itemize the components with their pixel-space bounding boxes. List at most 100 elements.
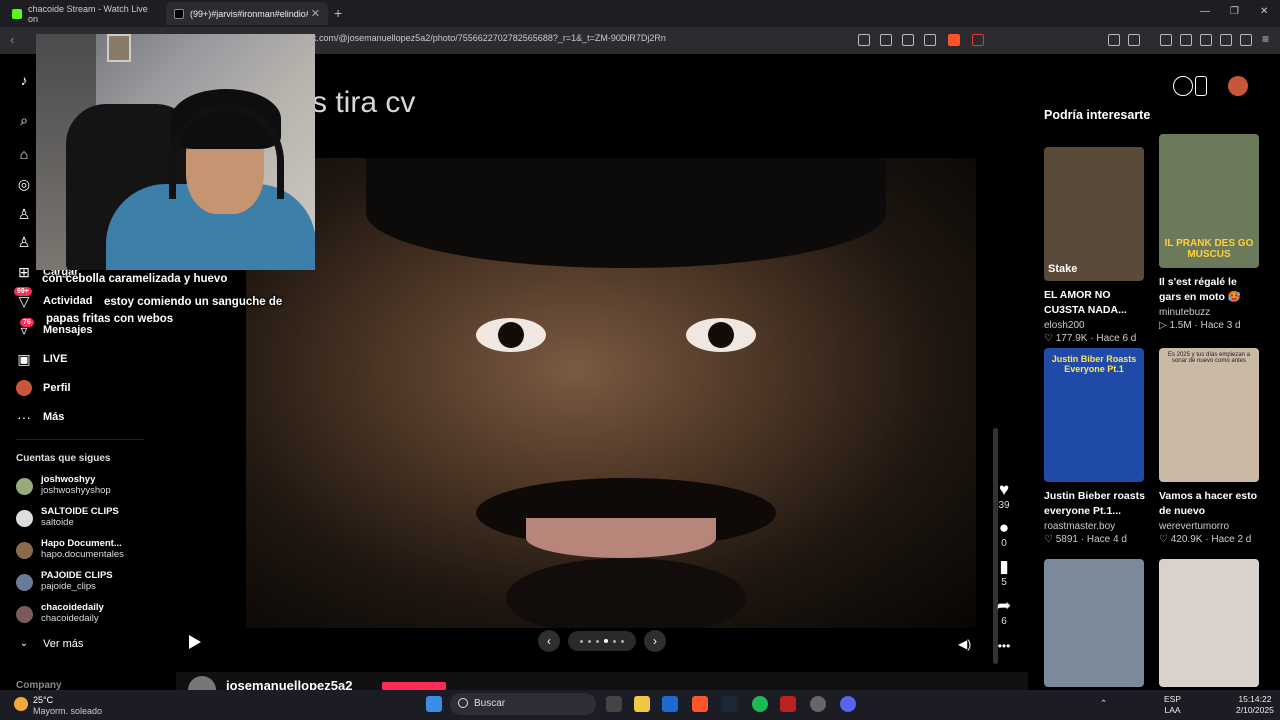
card-user: elosh200: [1044, 320, 1085, 331]
tab-title: (99+)#jarvis#ironman#elindio#: [190, 8, 308, 19]
following-account[interactable]: chacoidedaily chacoidedaily: [16, 602, 156, 630]
bing-icon[interactable]: [662, 696, 678, 712]
image-beard: [506, 558, 746, 628]
following-icon: ♙: [17, 206, 31, 222]
nav-live[interactable]: ▣ LIVE: [0, 347, 160, 371]
recommendation-card[interactable]: Stake EL AMOR NO CU3STA NADA... elosh200…: [1044, 147, 1146, 344]
cam-poster: [107, 34, 131, 62]
share-icon[interactable]: [924, 34, 936, 46]
kick-icon: [12, 8, 22, 19]
clock[interactable]: 15:14:22 2/10/2025: [1236, 694, 1274, 716]
recommendation-card[interactable]: Es 2025 y tus días empiezan a sonar de n…: [1159, 348, 1261, 545]
comment-button[interactable]: ● 0: [993, 518, 1015, 549]
like-button[interactable]: ♥ 39: [993, 480, 1015, 511]
tab-tiktok[interactable]: (99+)#jarvis#ironman#elindio# ✕: [166, 2, 328, 25]
brave-icon[interactable]: [692, 696, 708, 712]
recommendation-card[interactable]: Justin Biber Roasts Everyone Pt.1 Justin…: [1044, 348, 1146, 545]
play-icon[interactable]: [189, 635, 201, 649]
thumb-text: IL PRANK DES GO MUSCUS: [1164, 238, 1254, 260]
share-button[interactable]: ➦ 6: [993, 596, 1015, 627]
start-icon[interactable]: [426, 696, 442, 712]
nav-more[interactable]: ··· Más: [0, 405, 160, 429]
taskbar-search[interactable]: Buscar: [450, 693, 596, 715]
card-meta: ♡ 420.9K · Hace 2 d: [1159, 534, 1252, 545]
minimize-button[interactable]: —: [1200, 6, 1210, 17]
volume-icon[interactable]: ◀): [958, 637, 971, 651]
see-more-label: Ver más: [43, 638, 84, 650]
account-handle: saltoide: [41, 517, 74, 528]
media-icon[interactable]: [1160, 34, 1172, 46]
card-age: Hace 4 d: [1086, 534, 1127, 545]
chat-line: estoy comiendo un sanguche de: [104, 296, 283, 308]
chevron-down-icon: ⌄: [19, 638, 29, 649]
wallet-icon[interactable]: [1200, 34, 1212, 46]
save-button[interactable]: ▮ 5: [993, 557, 1015, 588]
discord-icon[interactable]: [840, 696, 856, 712]
more-options-button[interactable]: •••: [993, 636, 1015, 656]
card-thumbnail: Justin Biber Roasts Everyone Pt.1: [1044, 348, 1144, 482]
url-field[interactable]: k.com/@josemanuellopez5a2/photo/75566227…: [312, 33, 666, 43]
nav-profile[interactable]: Perfil: [0, 376, 160, 400]
thumb-text: Justin Biber Roasts Everyone Pt.1: [1051, 354, 1137, 374]
screenshot-icon[interactable]: [1128, 34, 1140, 46]
new-tab-button[interactable]: +: [334, 5, 342, 21]
steam-icon[interactable]: [722, 696, 738, 712]
spotify-icon[interactable]: [752, 696, 768, 712]
page-dot: [621, 639, 624, 643]
share-count: 6: [1001, 616, 1007, 627]
comment-icon: ●: [998, 518, 1010, 537]
weather-temp: 25°C: [33, 695, 54, 705]
weather-desc: Mayorm. soleado: [33, 706, 103, 716]
page-dot: [596, 639, 599, 643]
maximize-button[interactable]: ❐: [1230, 6, 1239, 17]
profile-avatar-icon: [16, 380, 32, 396]
cast-icon[interactable]: [880, 34, 892, 46]
extensions-icon[interactable]: [1108, 34, 1120, 46]
page-dot: [588, 639, 591, 643]
rewards-icon[interactable]: [972, 34, 984, 46]
photo-pagination[interactable]: [568, 631, 636, 651]
close-window-button[interactable]: ✕: [1260, 6, 1268, 17]
live-icon: ▣: [17, 351, 31, 367]
tray-chevron-icon[interactable]: ⌃: [1100, 698, 1107, 709]
account-handle: pajoide_clips: [41, 581, 96, 592]
reader-icon[interactable]: [902, 34, 914, 46]
see-more-button[interactable]: ⌄ Ver más: [0, 632, 160, 656]
recommendation-card[interactable]: IL PRANK DES GO MUSCUS Il s'est régalé l…: [1159, 134, 1261, 331]
account-name: joshwoshyy: [41, 474, 96, 485]
translate-icon[interactable]: [858, 34, 870, 46]
tiktok-logo-icon: ♪: [20, 72, 28, 88]
back-icon[interactable]: ‹: [10, 32, 14, 47]
page-dot: [580, 639, 583, 643]
leo-icon[interactable]: [1220, 34, 1232, 46]
device-icon[interactable]: [1195, 76, 1207, 96]
following-account[interactable]: joshwoshyy joshwoshyyshop: [16, 474, 156, 502]
following-account[interactable]: PAJOIDE CLIPS pajoide_clips: [16, 570, 156, 598]
lang-code: ESP: [1164, 694, 1182, 704]
menu-icon[interactable]: ≡: [1262, 32, 1269, 46]
close-tab-icon[interactable]: ✕: [311, 7, 320, 20]
previous-photo-button[interactable]: ‹: [538, 630, 560, 652]
card-views: 5891: [1055, 534, 1078, 545]
account-name: PAJOIDE CLIPS: [41, 570, 113, 581]
recommendation-card[interactable]: [1044, 559, 1146, 687]
brave-shield-icon[interactable]: [948, 34, 960, 46]
thumb-text: Es 2025 y tus días empiezan a sonar de n…: [1167, 352, 1251, 364]
user-avatar[interactable]: [1228, 76, 1248, 96]
tab-kick-stream[interactable]: chacoide Stream - Watch Live on: [4, 2, 164, 25]
following-account[interactable]: Hapo Document... hapo.documentales: [16, 538, 156, 566]
sidebar-icon[interactable]: [1180, 34, 1192, 46]
language-indicator[interactable]: ESP LAA: [1164, 694, 1181, 716]
image-eye: [686, 318, 756, 352]
recommendation-card[interactable]: [1159, 559, 1261, 687]
account-name: chacoidedaily: [41, 602, 104, 613]
following-account[interactable]: SALTOIDE CLIPS saltoide: [16, 506, 156, 534]
file-explorer-icon[interactable]: [634, 696, 650, 712]
vpn-icon[interactable]: [1240, 34, 1252, 46]
task-view-icon[interactable]: [606, 696, 622, 712]
obs-icon[interactable]: [810, 696, 826, 712]
explore-icon[interactable]: [1173, 76, 1193, 96]
next-photo-button[interactable]: ›: [644, 630, 666, 652]
app-icon[interactable]: [780, 696, 796, 712]
follow-button[interactable]: [382, 682, 446, 690]
